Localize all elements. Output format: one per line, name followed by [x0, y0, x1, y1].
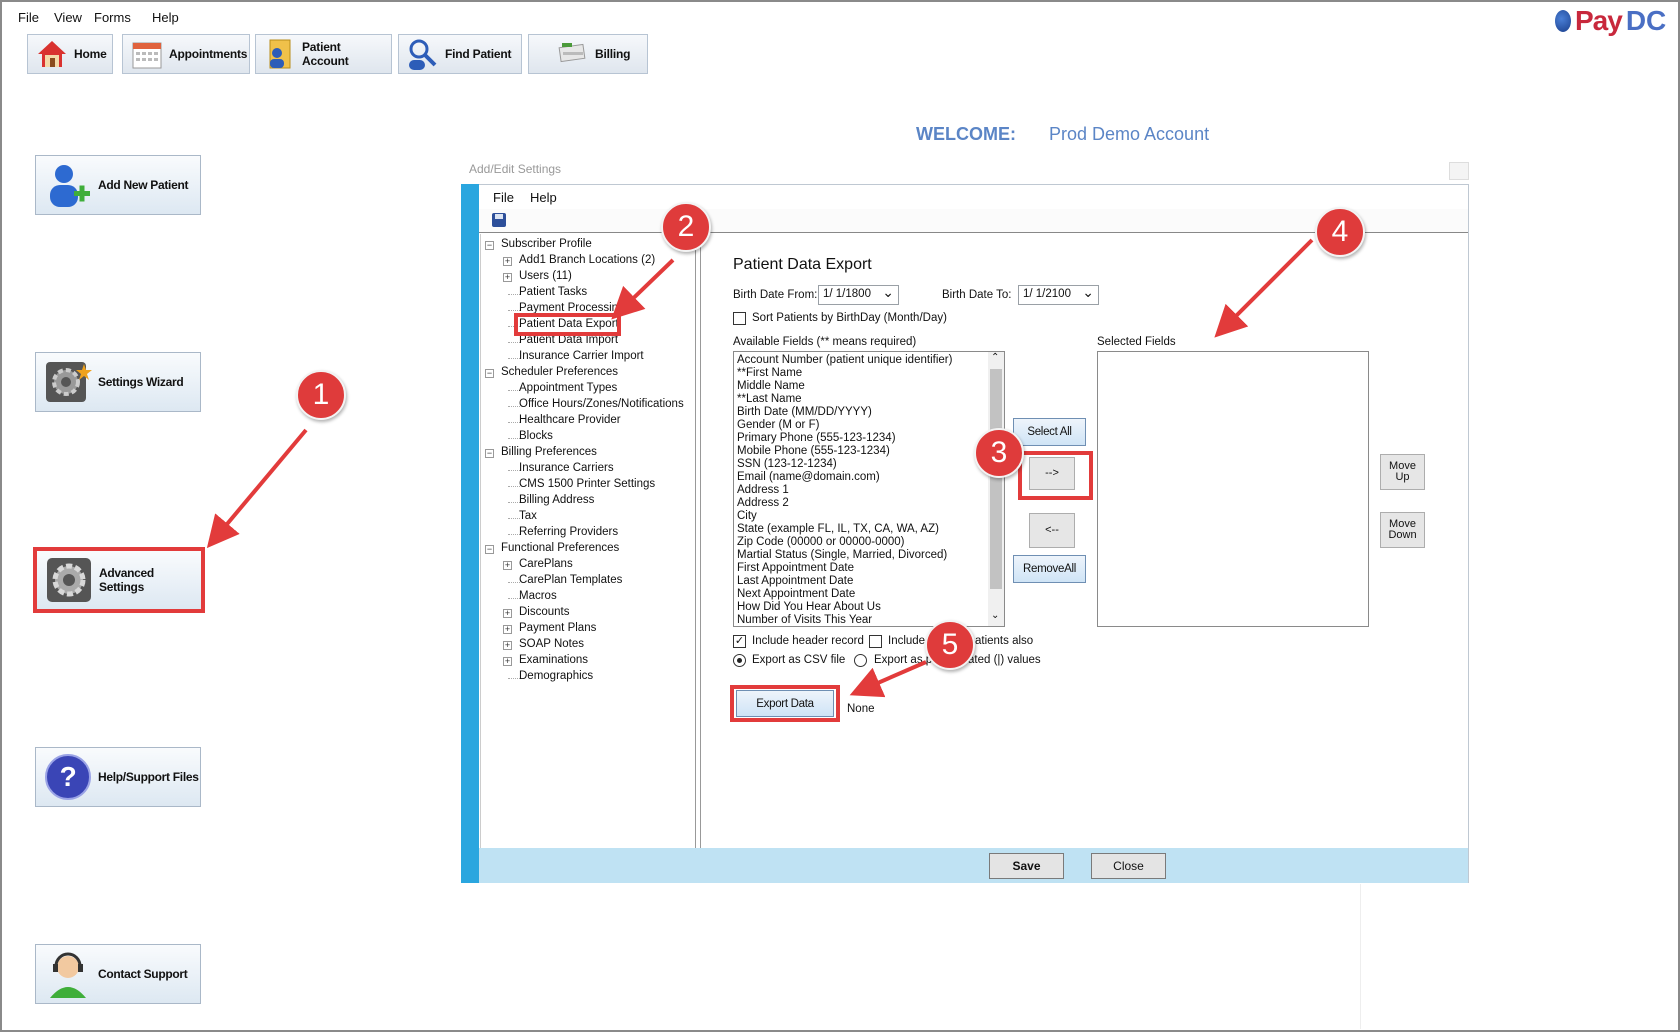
arrow-5: [849, 660, 927, 698]
annotation-badge-4: 4: [1315, 207, 1365, 257]
annotation-badge-1: 1: [296, 370, 346, 420]
annotation-badge-5: 5: [925, 620, 975, 670]
annotation-badge-2: 2: [661, 202, 711, 252]
arrow-1: [206, 428, 308, 549]
arrow-4: [1214, 238, 1314, 338]
annotation-badge-3: 3: [974, 428, 1024, 478]
annotation-arrows: [206, 238, 1314, 698]
arrow-2: [611, 258, 675, 320]
